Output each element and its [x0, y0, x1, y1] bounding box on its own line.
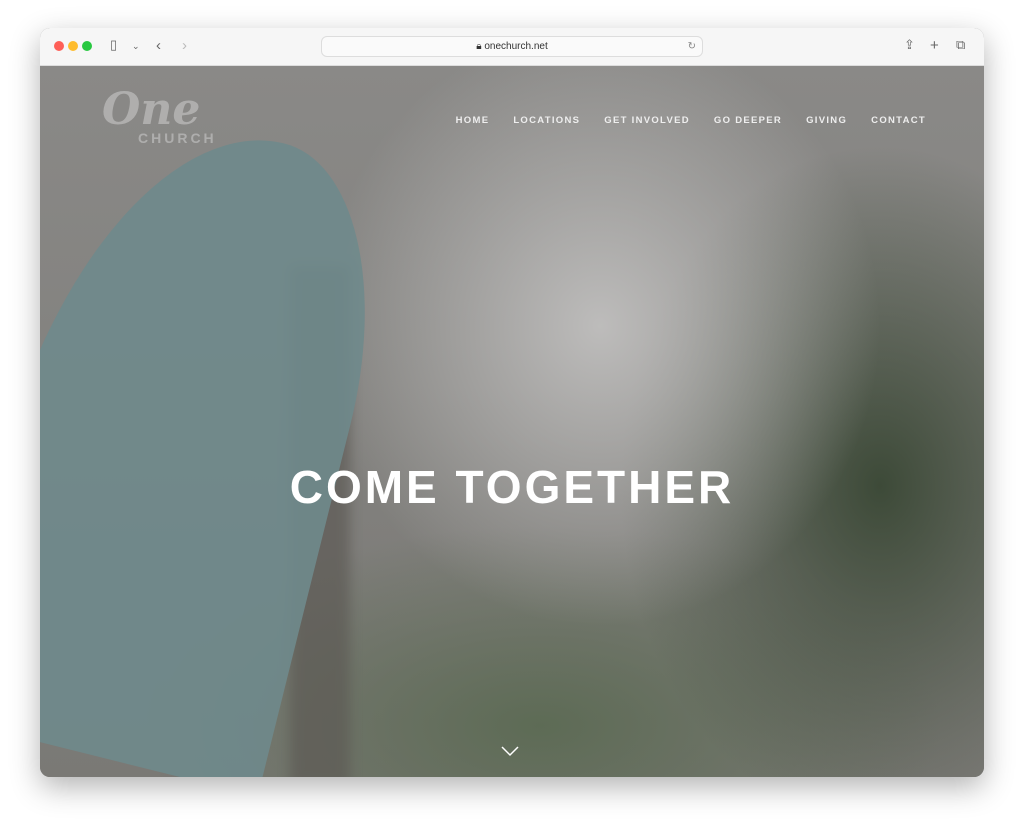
logo-word: CHURCH [138, 130, 217, 146]
hero-section: One CHURCH HOME LOCATIONS GET INVOLVED GO… [40, 66, 984, 777]
site-logo[interactable]: One CHURCH [102, 84, 214, 146]
browser-toolbar: ▯ ⌄ ‹ › 🔒︎ onechurch.net ↻ ⇪ + ⧉ [40, 28, 984, 66]
hero-title: COME TOGETHER [289, 461, 735, 513]
tabs-overview-icon[interactable]: ⧉ [956, 37, 965, 53]
nav-locations[interactable]: LOCATIONS [513, 115, 580, 126]
nav-contact[interactable]: CONTACT [871, 115, 926, 126]
zoom-button[interactable] [82, 41, 92, 51]
back-icon[interactable]: ‹ [156, 37, 161, 54]
minimize-button[interactable] [68, 41, 78, 51]
sidebar-icon[interactable]: ▯ [110, 37, 117, 53]
nav-giving[interactable]: GIVING [806, 115, 847, 126]
main-nav: HOME LOCATIONS GET INVOLVED GO DEEPER GI… [456, 115, 926, 126]
nav-go-deeper[interactable]: GO DEEPER [714, 115, 782, 126]
background-flag [40, 95, 413, 777]
forward-icon[interactable]: › [182, 37, 187, 54]
new-tab-icon[interactable]: + [930, 37, 939, 54]
reload-icon[interactable]: ↻ [688, 37, 696, 56]
browser-window: ▯ ⌄ ‹ › 🔒︎ onechurch.net ↻ ⇪ + ⧉ One CHURC… [40, 28, 984, 777]
share-icon[interactable]: ⇪ [904, 37, 915, 53]
nav-get-involved[interactable]: GET INVOLVED [604, 115, 690, 126]
logo-script: One [102, 84, 201, 135]
close-button[interactable] [54, 41, 64, 51]
nav-home[interactable]: HOME [456, 115, 490, 126]
url-text: onechurch.net [484, 41, 548, 52]
address-bar[interactable]: 🔒︎ onechurch.net ↻ [321, 36, 703, 57]
scroll-down-chevron-icon[interactable] [501, 742, 519, 760]
chevron-down-icon[interactable]: ⌄ [132, 41, 140, 52]
